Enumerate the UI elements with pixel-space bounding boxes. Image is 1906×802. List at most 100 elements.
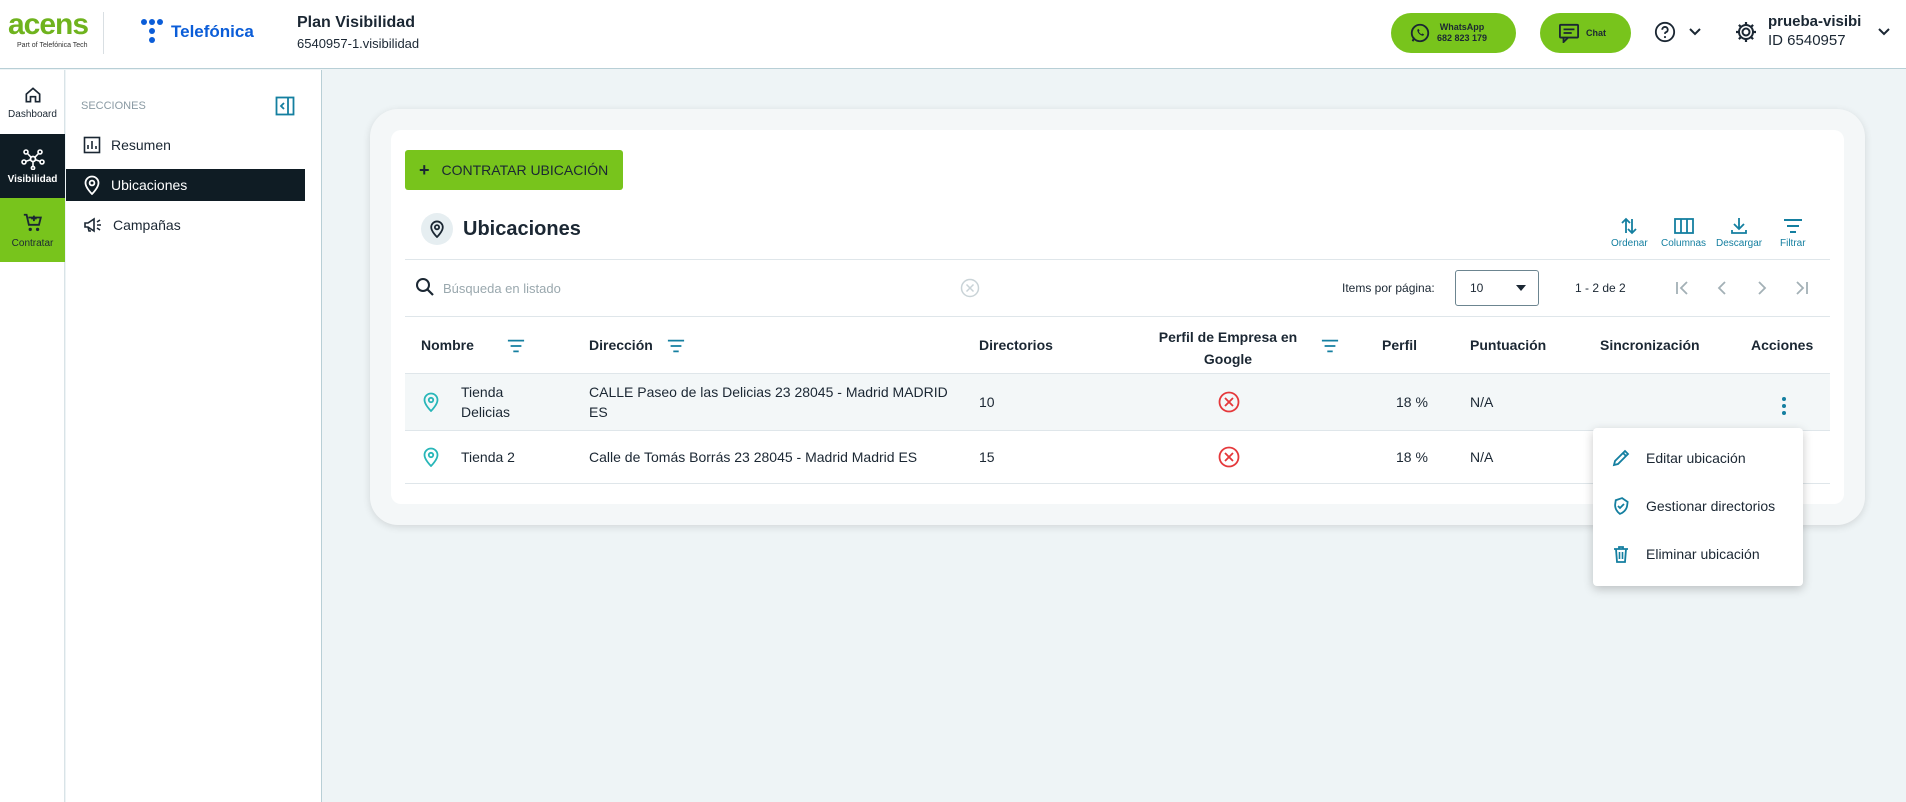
chart-icon — [83, 136, 101, 154]
col-header-direccion[interactable]: Dirección — [589, 337, 653, 353]
location-pin-icon — [421, 213, 453, 245]
clear-search-button[interactable] — [960, 278, 980, 303]
location-pin-icon — [422, 392, 440, 417]
whatsapp-label: WhatsApp — [1439, 22, 1485, 32]
chevron-down-icon — [1878, 28, 1891, 36]
acens-logo[interactable]: acens Part of Telefónica Tech — [8, 10, 104, 54]
col-header-acciones: Acciones — [1751, 337, 1814, 353]
sidebar-item-label: Ubicaciones — [111, 177, 188, 193]
eliminar-ubicacion-label: Eliminar ubicación — [1646, 546, 1760, 562]
col-header-nombre[interactable]: Nombre — [421, 337, 474, 353]
eliminar-ubicacion-item[interactable]: Eliminar ubicación — [1593, 536, 1803, 572]
items-per-page-select[interactable]: 10 — [1455, 270, 1539, 306]
telefonica-logo: Telefónica — [141, 18, 254, 46]
cell-direccion: Calle de Tomás Borrás 23 28045 - Madrid … — [589, 449, 918, 465]
next-page-button[interactable] — [1752, 278, 1772, 303]
nav-contratar-label: Contratar — [11, 237, 54, 249]
editar-ubicacion-item[interactable]: Editar ubicación — [1593, 440, 1803, 476]
collapse-sidebar-button[interactable] — [275, 96, 295, 121]
filter-icon — [507, 339, 525, 353]
row-actions-button[interactable] — [1780, 397, 1788, 417]
col-header-perfil-google-line1: Perfil de Empresa en — [1158, 329, 1298, 345]
cell-nombre: Delicias — [461, 404, 511, 420]
descargar-label: Descargar — [1716, 238, 1763, 249]
gestionar-directorios-label: Gestionar directorios — [1646, 498, 1776, 514]
nav-visibilidad[interactable]: Visibilidad — [0, 134, 65, 198]
whatsapp-button[interactable]: WhatsApp 682 823 179 — [1391, 13, 1516, 53]
chevron-right-icon — [1758, 281, 1767, 295]
whatsapp-number: 682 823 179 — [1437, 33, 1488, 43]
prev-page-button[interactable] — [1712, 278, 1732, 303]
columns-icon — [1673, 218, 1694, 234]
home-icon — [25, 86, 40, 102]
sections-sidebar: SECCIONES Resumen Ubicaciones Campañas — [66, 70, 322, 802]
cell-puntuacion: N/A — [1470, 449, 1494, 465]
filter-icon — [1321, 339, 1339, 353]
clear-icon — [960, 278, 980, 298]
logo-divider — [103, 12, 104, 54]
descargar-button[interactable]: Descargar — [1716, 216, 1762, 249]
sort-icon — [1621, 217, 1637, 235]
nav-contratar[interactable]: Contratar — [0, 198, 65, 262]
acens-tagline: Part of Telefónica Tech — [17, 42, 88, 49]
cell-perfil: 18 % — [1396, 394, 1428, 410]
perfil-google-filter-button[interactable] — [1320, 337, 1340, 360]
cell-nombre: Tienda 2 — [461, 449, 515, 465]
chevron-down-icon — [1689, 28, 1701, 36]
nav-dashboard-label: Dashboard — [8, 108, 57, 120]
filter-icon — [1783, 219, 1802, 233]
sidebar-heading: SECCIONES — [81, 100, 146, 112]
error-circle-icon — [1218, 391, 1240, 418]
cell-nombre: Tienda — [461, 384, 504, 400]
nombre-filter-button[interactable] — [506, 337, 526, 360]
badge-check-icon — [1614, 497, 1629, 515]
collapse-panel-icon — [275, 96, 295, 116]
search-input[interactable] — [443, 277, 943, 299]
ordenar-button[interactable]: Ordenar — [1611, 216, 1648, 249]
chat-button[interactable]: Chat — [1540, 13, 1631, 53]
divider — [405, 259, 1830, 260]
columnas-button[interactable]: Columnas — [1661, 216, 1706, 249]
ordenar-label: Ordenar — [1611, 238, 1648, 249]
nav-visibilidad-label: Visibilidad — [7, 173, 58, 185]
sidebar-item-label: Resumen — [111, 137, 171, 153]
plan-subtitle: 6540957-1.visibilidad — [297, 36, 420, 51]
sidebar-item-resumen[interactable]: Resumen — [66, 129, 305, 161]
direccion-filter-button[interactable] — [666, 337, 686, 360]
download-icon — [1731, 218, 1747, 234]
nav-dashboard[interactable]: Dashboard — [0, 70, 65, 134]
filter-icon — [667, 339, 685, 353]
sidebar-item-ubicaciones[interactable]: Ubicaciones — [66, 169, 305, 201]
filtrar-label: Filtrar — [1780, 238, 1806, 249]
error-circle-icon — [1218, 446, 1240, 473]
col-header-perfil: Perfil — [1382, 337, 1418, 353]
search-icon — [415, 277, 435, 302]
help-icon — [1654, 21, 1676, 43]
cell-directorios: 10 — [979, 394, 995, 410]
items-per-page-value: 10 — [1470, 281, 1484, 295]
acens-wordmark: acens — [8, 8, 89, 41]
network-icon — [20, 148, 45, 170]
gestionar-directorios-item[interactable]: Gestionar directorios — [1593, 488, 1803, 524]
first-page-button[interactable] — [1672, 278, 1692, 303]
help-menu[interactable] — [1654, 21, 1702, 43]
items-per-page-label: Items por página: — [1342, 281, 1435, 295]
gear-icon — [1736, 22, 1756, 42]
col-header-perfil-google: Perfil de Empresa en Google — [1128, 326, 1328, 370]
last-page-button[interactable] — [1792, 278, 1812, 303]
contratar-ubicacion-label: CONTRATAR UBICACIÓN — [441, 162, 609, 178]
main-nav: Dashboard Visibilidad Contratar — [0, 70, 65, 802]
megaphone-icon — [84, 217, 101, 233]
cell-directorios: 15 — [979, 449, 995, 465]
col-header-directorios: Directorios — [979, 337, 1053, 353]
sidebar-item-campanas[interactable]: Campañas — [66, 209, 305, 241]
row-actions-menu: Editar ubicación Gestionar directorios E… — [1593, 428, 1803, 586]
user-name: prueba-visibi — [1768, 13, 1862, 30]
contratar-ubicacion-button[interactable]: + CONTRATAR UBICACIÓN — [405, 150, 623, 190]
last-page-icon — [1796, 281, 1808, 295]
user-menu[interactable]: prueba-visibi ID 6540957 — [1734, 13, 1891, 51]
columnas-label: Columnas — [1661, 238, 1707, 249]
filtrar-button[interactable]: Filtrar — [1780, 216, 1806, 249]
sidebar-item-label: Campañas — [113, 217, 181, 233]
page-title: Ubicaciones — [463, 217, 581, 240]
